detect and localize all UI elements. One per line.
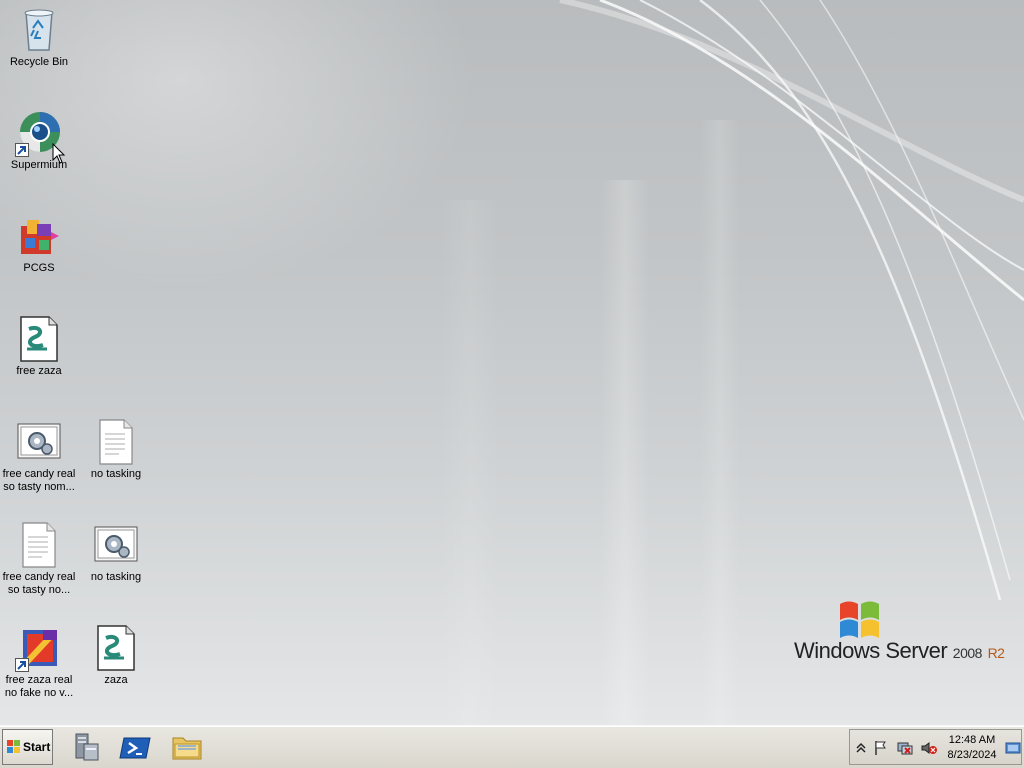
- colorful-app-icon: [15, 624, 63, 672]
- desktop-icon-label: free zaza: [16, 365, 62, 377]
- folder-icon: [172, 737, 202, 760]
- system-clock[interactable]: 12:48 AM 8/23/2024: [942, 733, 1002, 763]
- desktop-icon-label: PCGS: [23, 262, 55, 274]
- text-file-icon: [92, 418, 140, 466]
- desktop-icon-label: free zaza real no fake no v...: [4, 674, 74, 699]
- taskbar: Start 12:48 AM 8/23/2024: [0, 725, 1024, 768]
- desktop-icon-free-zaza[interactable]: free zaza: [0, 315, 78, 378]
- windows-flag-icon: [7, 740, 20, 753]
- product-edition: R2: [987, 645, 1005, 661]
- desktop-icon-free-zaza-real[interactable]: free zaza real no fake no v...: [0, 624, 78, 700]
- desktop-icon-free-candy-1[interactable]: free candy real so tasty nom...: [0, 418, 78, 494]
- desktop-icon-free-candy-2[interactable]: free candy real so tasty no...: [0, 521, 78, 597]
- network-disconnected-icon[interactable]: [897, 740, 913, 756]
- mouse-cursor-icon: [52, 143, 66, 164]
- powershell-icon: [119, 737, 151, 759]
- desktop-icon-label: no tasking: [90, 468, 142, 480]
- desktop-icon-no-tasking-text[interactable]: no tasking: [77, 418, 155, 481]
- server-manager-icon: [75, 733, 99, 761]
- windows-server-logo: Windows Server 2008 R2: [794, 598, 1005, 668]
- shortcut-arrow-icon: [15, 658, 29, 672]
- start-label: Start: [23, 740, 51, 754]
- desktop-icon-label: Supermium: [10, 159, 68, 171]
- taskbar-powershell-button[interactable]: [119, 730, 153, 764]
- volume-muted-icon[interactable]: [921, 740, 937, 756]
- script-file-icon: [15, 315, 63, 363]
- desktop-icon-zaza[interactable]: zaza: [77, 624, 155, 687]
- clock-date: 8/23/2024: [947, 749, 997, 761]
- desktop-icon-supermium[interactable]: Supermium: [0, 109, 78, 172]
- recycle-bin-icon: [15, 6, 63, 54]
- desktop-icon-no-tasking-settings[interactable]: no tasking: [77, 521, 155, 584]
- taskbar-server-manager-button[interactable]: [70, 730, 104, 764]
- product-wordmark: Windows Server 2008 R2: [794, 638, 1005, 664]
- windows-flag-icon: [840, 601, 879, 638]
- desktop-icon-label: no tasking: [90, 571, 142, 583]
- taskbar-explorer-button[interactable]: [170, 730, 204, 764]
- action-center-flag-icon[interactable]: [873, 740, 889, 756]
- show-desktop-icon[interactable]: [1005, 740, 1021, 756]
- desktop-icon-label: zaza: [104, 674, 128, 686]
- show-hidden-icons-chevron-icon[interactable]: [853, 740, 869, 756]
- desktop-icon-label: free candy real so tasty no...: [2, 571, 76, 596]
- pcgs-app-icon: [15, 212, 63, 260]
- clock-time: 12:48 AM: [948, 734, 996, 746]
- desktop[interactable]: Recycle Bin Supermium PCGS free zaza fre…: [0, 0, 1024, 725]
- product-name: Windows Server: [794, 638, 948, 663]
- product-version: 2008: [952, 645, 983, 661]
- notification-area: 12:48 AM 8/23/2024: [849, 729, 1022, 765]
- script-file-icon: [92, 624, 140, 672]
- shortcut-arrow-icon: [15, 143, 29, 157]
- text-file-icon: [15, 521, 63, 569]
- settings-file-icon: [15, 418, 63, 466]
- desktop-icon-pcgs[interactable]: PCGS: [0, 212, 78, 275]
- desktop-icon-label: Recycle Bin: [9, 56, 69, 68]
- desktop-icon-recycle-bin[interactable]: Recycle Bin: [0, 6, 78, 69]
- settings-file-icon: [92, 521, 140, 569]
- start-button[interactable]: Start: [2, 729, 53, 765]
- desktop-icon-label: free candy real so tasty nom...: [2, 468, 76, 493]
